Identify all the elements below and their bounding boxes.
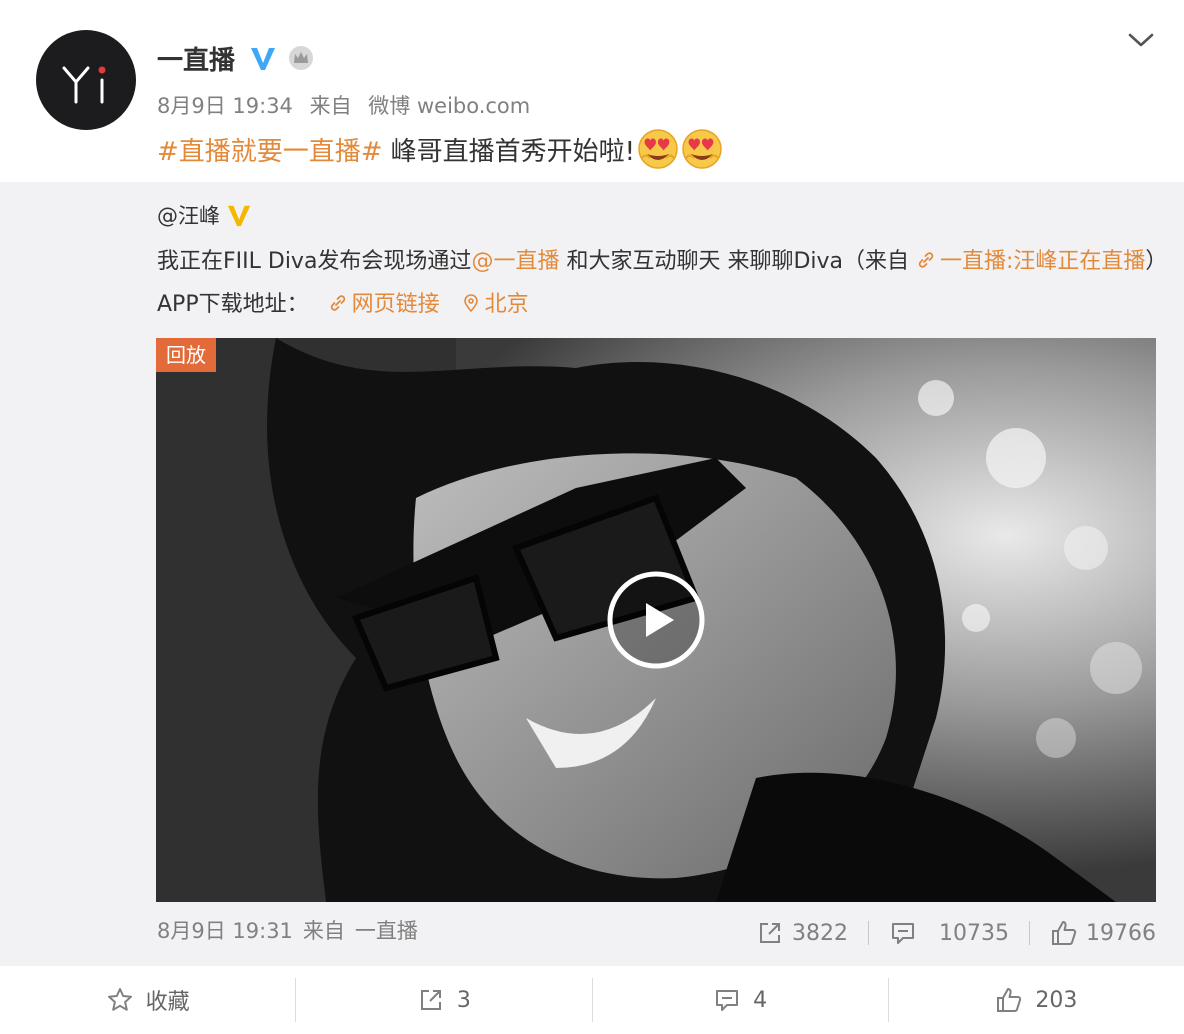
heart-eyes-emoji-icon — [682, 129, 722, 169]
repost-time[interactable]: 8月9日 19:31 — [157, 915, 293, 945]
link-icon — [330, 295, 345, 311]
topic-link[interactable]: #直播就要一直播# — [157, 131, 383, 168]
repost-like-button[interactable]: 19766 — [1050, 919, 1156, 947]
crown-icon — [289, 46, 314, 70]
star-icon — [107, 988, 132, 1011]
verified-icon — [227, 205, 251, 227]
share-button[interactable]: 3 — [296, 966, 591, 1034]
link-icon — [918, 252, 934, 268]
video-player[interactable]: 回放 — [156, 338, 1156, 902]
repost-text-part: 我正在FIIL Diva发布会现场通过 — [157, 249, 472, 274]
live-link[interactable]: 一直播:汪峰正在直播 — [916, 249, 1145, 274]
comment-icon — [716, 990, 739, 1011]
repost-like-count: 19766 — [1086, 920, 1156, 946]
share-icon — [760, 923, 780, 943]
repost-share-button[interactable]: 3822 — [756, 919, 848, 947]
author-name[interactable]: 一直播 — [157, 40, 235, 77]
like-count: 203 — [1035, 987, 1078, 1013]
repost-author[interactable]: @汪峰 — [157, 200, 220, 230]
thumbs-up-icon — [997, 988, 1022, 1012]
post-source[interactable]: 微博 weibo.com — [368, 94, 530, 118]
repost-actions: 3822 10735 19766 — [756, 915, 1156, 951]
play-icon[interactable] — [606, 570, 706, 670]
favorite-button[interactable]: 收藏 — [0, 966, 295, 1034]
like-button[interactable]: 203 — [889, 966, 1184, 1034]
post-body: 峰哥直播首秀开始啦! — [390, 136, 636, 167]
heart-eyes-emoji-icon — [638, 129, 678, 169]
location-pin-icon — [463, 294, 478, 313]
divider — [868, 921, 869, 945]
post-meta: 8月9日 19:34 来自 微博 weibo.com — [157, 90, 530, 120]
repost-text-part: 和大家互动聊天 来聊聊Diva（来自 — [559, 249, 916, 274]
comment-icon — [892, 923, 914, 944]
repost-source[interactable]: 一直播 — [355, 915, 418, 945]
replay-badge: 回放 — [156, 338, 216, 372]
thumbs-up-icon — [1052, 921, 1077, 945]
repost-author-row: @汪峰 — [157, 200, 252, 230]
web-link-label: 网页链接 — [351, 292, 440, 317]
comment-count: 4 — [753, 987, 768, 1013]
repost-source-prefix: 来自 — [302, 919, 345, 943]
web-link[interactable]: 网页链接 — [328, 292, 440, 317]
post-source-prefix: 来自 — [309, 94, 352, 118]
location-link[interactable]: 北京 — [461, 292, 529, 317]
repost-text: 我正在FIIL Diva发布会现场通过@一直播 和大家互动聊天 来聊聊Diva（… — [157, 240, 1157, 326]
yi-logo — [62, 66, 106, 104]
comment-button[interactable]: 4 — [593, 966, 888, 1034]
verified-icon — [251, 48, 276, 70]
share-icon — [420, 990, 441, 1010]
avatar[interactable] — [36, 30, 136, 130]
favorite-label: 收藏 — [145, 990, 190, 1015]
live-link-label: 一直播:汪峰正在直播 — [940, 249, 1146, 274]
repost-comment-button[interactable]: 10735 — [889, 919, 1009, 947]
share-count: 3 — [456, 987, 471, 1013]
repost-comment-count: 10735 — [939, 920, 1009, 946]
author-row: 一直播 — [157, 38, 315, 78]
divider — [1029, 921, 1030, 945]
mention-link[interactable]: @一直播 — [471, 249, 559, 274]
post-text: #直播就要一直播# 峰哥直播首秀开始啦! — [157, 128, 723, 170]
repost-share-count: 3822 — [792, 920, 848, 946]
repost-meta: 8月9日 19:31 来自 一直播 — [157, 915, 418, 945]
post-time[interactable]: 8月9日 19:34 — [157, 94, 293, 118]
chevron-down-icon[interactable] — [1126, 28, 1156, 52]
post-toolbar: 收藏 3 4 203 — [0, 966, 1184, 1034]
location-label: 北京 — [484, 292, 529, 317]
